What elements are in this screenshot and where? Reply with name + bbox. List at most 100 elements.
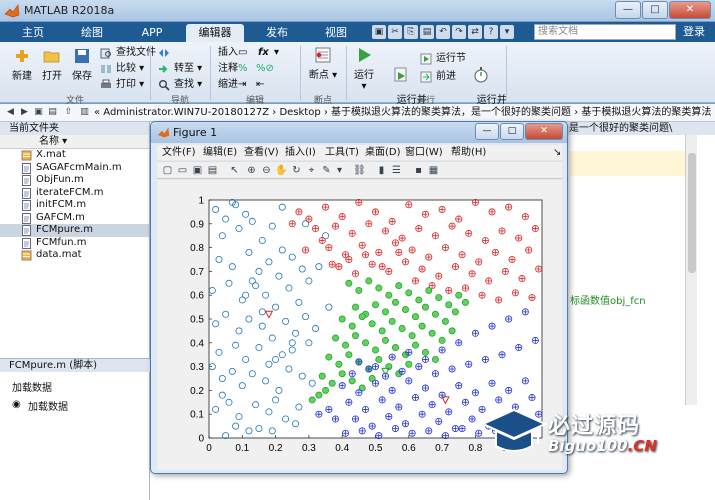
file-item[interactable]: data.mat xyxy=(0,249,149,262)
new-figure-icon[interactable]: ▢ xyxy=(161,164,174,177)
figure-close-button[interactable]: ✕ xyxy=(525,123,563,140)
file-item[interactable]: FCMfun.m xyxy=(0,237,149,250)
brush-dropdown-icon[interactable]: ▾ xyxy=(333,164,346,177)
tab-publish[interactable]: 发布 xyxy=(252,24,302,42)
browse-icon[interactable]: ▤ xyxy=(46,106,59,119)
file-item[interactable]: X.mat xyxy=(0,149,149,162)
y-tick-label: 0.1 xyxy=(190,410,204,421)
link-icon[interactable]: ⛓ xyxy=(353,164,366,177)
quick-save-icon[interactable]: ▣ xyxy=(372,25,386,39)
run-section-button[interactable]: 运行节 xyxy=(420,52,466,66)
print-icon[interactable]: ▤ xyxy=(206,164,219,177)
comment-percent-icon[interactable]: % xyxy=(238,62,248,76)
open-button[interactable]: 打开 xyxy=(38,47,66,82)
insert-function-button[interactable]: fx xyxy=(258,46,269,60)
smart-indent-icon[interactable]: ⇥ xyxy=(238,78,246,92)
menu-tools[interactable]: 工具(T) xyxy=(325,145,359,160)
save-icon[interactable]: ▣ xyxy=(191,164,204,177)
data-point xyxy=(441,317,449,325)
forward-icon[interactable]: ▶ xyxy=(18,106,31,119)
tab-view[interactable]: 视图 xyxy=(310,24,362,42)
find-files-button[interactable]: 查找文件 xyxy=(100,46,156,60)
quick-switch-icon[interactable]: ⇄ xyxy=(468,25,482,39)
goto-button[interactable]: 转至 ▾ xyxy=(158,62,202,76)
menu-desktop[interactable]: 桌面(D) xyxy=(365,145,401,160)
insert-section-icon[interactable]: ▭ xyxy=(238,46,247,60)
editor-scroll-thumb[interactable] xyxy=(688,153,696,273)
browse-folder-icon[interactable]: ▥ xyxy=(78,106,91,119)
up-folder-icon[interactable]: ⇧ xyxy=(62,106,75,119)
minimize-button[interactable]: — xyxy=(615,1,641,19)
file-item[interactable]: iterateFCM.m xyxy=(0,187,149,200)
close-button[interactable]: ✕ xyxy=(669,1,711,19)
pointer-icon[interactable]: ↖ xyxy=(228,164,241,177)
legend-icon[interactable]: ☰ xyxy=(390,164,403,177)
show-plot-tools-icon[interactable]: ▦ xyxy=(427,164,440,177)
window-title: MATLAB R2018a xyxy=(24,4,115,17)
open-icon[interactable]: ▭ xyxy=(176,164,189,177)
menu-dock-icon[interactable]: ↘ xyxy=(553,145,561,160)
indent-button[interactable]: 缩进 xyxy=(218,78,238,92)
y-tick-label: 0.4 xyxy=(190,338,204,349)
brush-icon[interactable]: ✎ xyxy=(320,164,333,177)
tab-editor[interactable]: 编辑器 xyxy=(186,24,244,42)
editor-scrollbar[interactable] xyxy=(685,135,697,405)
save-button[interactable]: 保存 xyxy=(68,47,96,82)
menu-help[interactable]: 帮助(H) xyxy=(451,145,486,160)
zoom-out-icon[interactable]: ⊖ xyxy=(260,164,273,177)
hide-plot-tools-icon[interactable]: ▪ xyxy=(412,164,425,177)
uncomment-icon[interactable]: %⊘ xyxy=(256,62,274,76)
file-item[interactable]: initFCM.m xyxy=(0,199,149,212)
comment-button[interactable]: 注释 xyxy=(218,62,238,76)
run-button[interactable]: 运行 ▾ xyxy=(350,46,378,92)
file-item[interactable]: FCMpure.m xyxy=(0,224,149,237)
matlab-logo-icon xyxy=(4,4,20,18)
advance-button[interactable]: 前进 xyxy=(420,70,456,84)
quick-cut-icon[interactable]: ✂ xyxy=(388,25,402,39)
tab-home[interactable]: 主页 xyxy=(8,24,58,42)
tab-apps[interactable]: APP xyxy=(126,24,178,42)
new-icon xyxy=(16,50,28,62)
figure-maximize-button[interactable]: □ xyxy=(500,123,524,140)
file-item[interactable]: GAFCM.m xyxy=(0,212,149,225)
colorbar-icon[interactable]: ▮ xyxy=(375,164,388,177)
quick-copy-icon[interactable]: ⎘ xyxy=(404,25,418,39)
menu-edit[interactable]: 编辑(E) xyxy=(203,145,237,160)
editor-tab[interactable]: 是一个很好的聚类问题\ xyxy=(565,122,715,135)
menu-view[interactable]: 查看(V) xyxy=(244,145,279,160)
menu-insert[interactable]: 插入(I) xyxy=(285,145,316,160)
data-cursor-icon[interactable]: ⌖ xyxy=(305,164,318,177)
editor-comment: 标函数值obj_fcn xyxy=(570,296,646,307)
current-path[interactable]: « Administrator.WIN7U-20180127Z › Deskto… xyxy=(94,104,715,121)
pan-icon[interactable]: ✋ xyxy=(275,164,288,177)
back-icon[interactable]: ◀ xyxy=(4,106,17,119)
figure-minimize-button[interactable]: — xyxy=(475,123,499,140)
insert-button[interactable]: 插入 xyxy=(218,46,238,60)
quick-redo-icon[interactable]: ↷ xyxy=(452,25,466,39)
zoom-in-icon[interactable]: ⊕ xyxy=(245,164,258,177)
quick-dropdown-icon[interactable]: ▾ xyxy=(500,25,514,39)
breakpoints-button[interactable]: 断点 ▾ xyxy=(308,46,338,81)
tab-plots[interactable]: 绘图 xyxy=(66,24,118,42)
menu-window[interactable]: 窗口(W) xyxy=(405,145,443,160)
nav-arrows[interactable] xyxy=(158,46,174,60)
new-button[interactable]: 新建 xyxy=(8,47,36,82)
file-item[interactable]: SAGAFcmMain.m xyxy=(0,162,149,175)
file-item[interactable]: ObjFun.m xyxy=(0,174,149,187)
quick-undo-icon[interactable]: ↶ xyxy=(436,25,450,39)
name-column-header[interactable]: 名称 ▾ xyxy=(0,135,149,149)
maximize-button[interactable]: □ xyxy=(642,1,668,19)
quick-paste-icon[interactable]: ▤ xyxy=(420,25,434,39)
print-button[interactable]: 打印 ▾ xyxy=(100,78,144,92)
indent-more-icon[interactable]: ⇤ xyxy=(256,78,264,92)
folder-icon[interactable]: ▣ xyxy=(32,106,45,119)
rotate-icon[interactable]: ↻ xyxy=(290,164,303,177)
compare-button[interactable]: 比较 ▾ xyxy=(100,62,144,76)
search-docs-input[interactable]: 搜索文档 xyxy=(534,24,676,40)
menu-file[interactable]: 文件(F) xyxy=(162,145,196,160)
insert-dropdown-icon[interactable]: ▾ xyxy=(274,46,279,60)
find-button[interactable]: 查找 ▾ xyxy=(158,78,202,92)
file-name: GAFCM.m xyxy=(36,211,85,223)
quick-help-icon[interactable]: ? xyxy=(484,25,498,39)
login-link[interactable]: 登录 xyxy=(683,24,705,40)
